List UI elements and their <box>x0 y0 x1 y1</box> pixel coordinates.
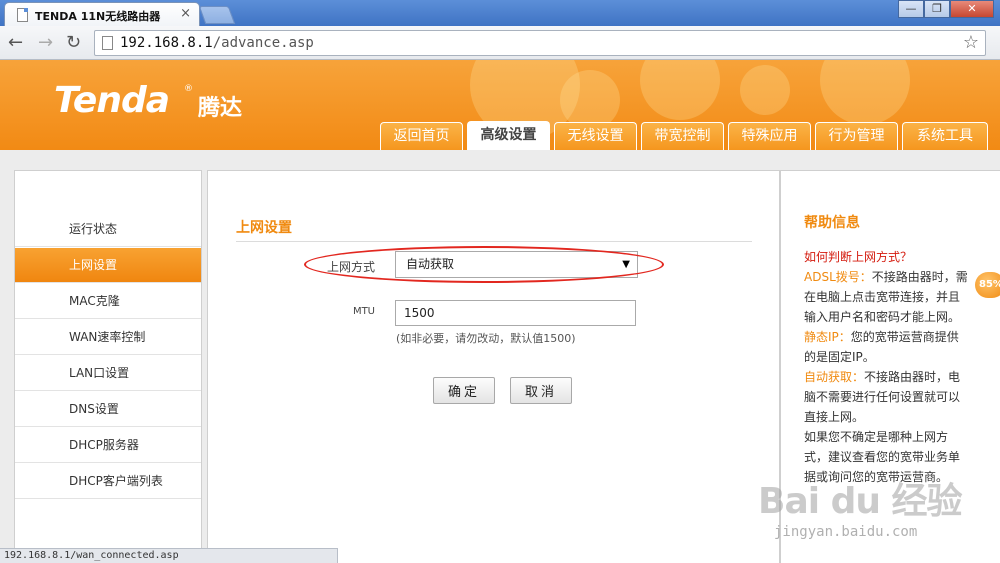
section-divider <box>236 241 752 242</box>
tab-close-icon[interactable]: × <box>180 6 191 21</box>
browser-toolbar: ← → ↻ 192.168.8.1/advance.asp ☆ <box>0 26 1000 60</box>
sidebar-item-mac-clone[interactable]: MAC克隆 <box>15 284 201 319</box>
reload-icon[interactable]: ↻ <box>66 32 81 53</box>
sidebar: 运行状态 上网设置 MAC克隆 WAN速率控制 LAN口设置 DNS设置 DHC… <box>14 170 202 563</box>
forward-arrow-icon[interactable]: → <box>38 32 53 53</box>
tab-special[interactable]: 特殊应用 <box>728 122 811 150</box>
decor-bubble <box>740 65 790 115</box>
ok-button[interactable]: 确定 <box>433 377 495 404</box>
main-panel: 上网设置 上网方式 自动获取 ▼ MTU (如非必要，请勿改动，默认值1500)… <box>207 170 780 563</box>
registered-mark: ® <box>184 84 193 94</box>
connection-type-value: 自动获取 <box>406 257 455 271</box>
help-static: 静态IP：您的宽带运营商提供的是固定IP。 <box>804 330 959 364</box>
dropdown-arrow-icon: ▼ <box>622 259 630 270</box>
minimize-button[interactable]: — <box>898 0 924 18</box>
section-title: 上网设置 <box>236 220 292 236</box>
cancel-button[interactable]: 取消 <box>510 377 572 404</box>
tab-behavior[interactable]: 行为管理 <box>815 122 898 150</box>
url-text: 192.168.8.1/advance.asp <box>120 35 314 51</box>
help-dhcp: 自动获取：不接路由器时，电脑不需要进行任何设置就可以直接上网。 <box>804 370 961 424</box>
address-bar[interactable]: 192.168.8.1/advance.asp ☆ <box>94 30 986 56</box>
page-icon <box>102 36 113 50</box>
decor-bubble <box>640 60 720 120</box>
mtu-input[interactable] <box>395 300 636 326</box>
sidebar-item-lan[interactable]: LAN口设置 <box>15 356 201 391</box>
sidebar-item-dhcp-clients[interactable]: DHCP客户端列表 <box>15 464 201 499</box>
sidebar-item-dhcp-server[interactable]: DHCP服务器 <box>15 428 201 463</box>
tenda-logo-cn: 腾达 <box>198 96 243 121</box>
help-title: 帮助信息 <box>804 215 860 231</box>
help-unsure: 如果您不确定是哪种上网方式，建议查看您的宽带业务单据或询问您的宽带运营商。 <box>804 430 961 484</box>
tab-advanced[interactable]: 高级设置 <box>467 121 550 150</box>
help-panel: 帮助信息 如何判断上网方式？ ADSL拨号：不接路由器时，需在电脑上点击宽带连接… <box>780 170 1000 563</box>
sidebar-item-dns[interactable]: DNS设置 <box>15 392 201 427</box>
window-controls: — ❐ ✕ <box>898 0 994 18</box>
close-window-button[interactable]: ✕ <box>950 0 994 18</box>
back-arrow-icon[interactable]: ← <box>8 32 23 53</box>
help-question: 如何判断上网方式？ <box>804 250 913 264</box>
mtu-label: MTU <box>352 306 375 317</box>
decor-bubble <box>560 70 620 130</box>
router-header: Tenda ® 腾达 返回首页 高级设置 无线设置 带宽控制 特殊应用 行为管理… <box>0 60 1000 150</box>
decor-bubble <box>820 60 910 125</box>
sidebar-item-internet[interactable]: 上网设置 <box>15 248 201 283</box>
browser-tabstrip: TENDA 11N无线路由器 × — ❐ ✕ <box>0 0 1000 26</box>
tab-bandwidth[interactable]: 带宽控制 <box>641 122 724 150</box>
bookmark-star-icon[interactable]: ☆ <box>963 32 979 53</box>
restore-button[interactable]: ❐ <box>924 0 950 18</box>
connection-type-select[interactable]: 自动获取 ▼ <box>395 251 638 278</box>
sidebar-item-status[interactable]: 运行状态 <box>15 212 201 247</box>
connection-type-label: 上网方式 <box>326 260 375 274</box>
speed-badge[interactable]: 85% <box>975 272 1000 298</box>
status-bar: 192.168.8.1/wan_connected.asp <box>0 548 338 563</box>
help-adsl: ADSL拨号：不接路由器时，需在电脑上点击宽带连接，并且输入用户名和密码才能上网… <box>804 270 968 324</box>
tab-system[interactable]: 系统工具 <box>902 122 988 150</box>
new-tab-button[interactable] <box>198 6 236 24</box>
tab-wireless[interactable]: 无线设置 <box>554 122 637 150</box>
sidebar-item-wan-rate[interactable]: WAN速率控制 <box>15 320 201 355</box>
page-icon <box>17 8 28 22</box>
tab-title: TENDA 11N无线路由器 <box>35 10 161 23</box>
tab-home[interactable]: 返回首页 <box>380 122 463 150</box>
help-body: 如何判断上网方式？ ADSL拨号：不接路由器时，需在电脑上点击宽带连接，并且输入… <box>804 247 969 487</box>
mtu-hint: (如非必要，请勿改动，默认值1500) <box>396 332 576 345</box>
browser-tab[interactable]: TENDA 11N无线路由器 × <box>4 2 200 26</box>
tenda-logo: Tenda <box>54 80 170 121</box>
